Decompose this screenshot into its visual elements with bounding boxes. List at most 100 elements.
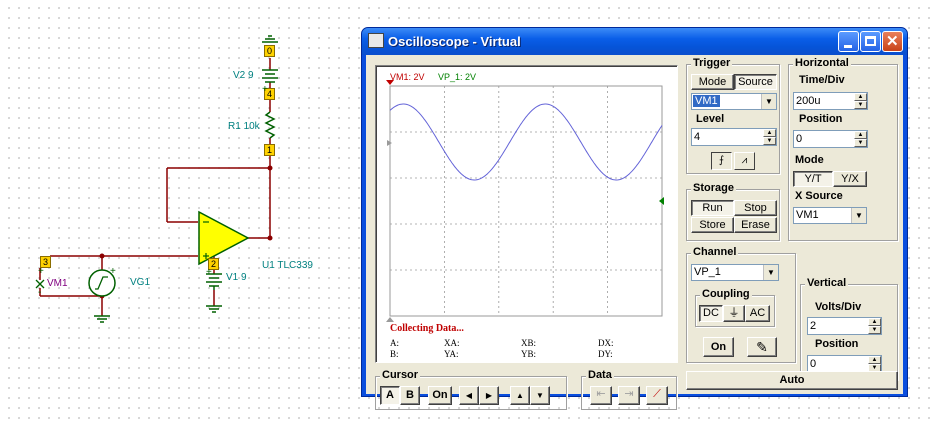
trigger-title: Trigger <box>691 57 733 69</box>
probe-icon: ✎ <box>756 339 768 355</box>
spin-up-icon[interactable]: ▲ <box>854 131 867 139</box>
minimize-button[interactable] <box>838 31 859 52</box>
cursor-on-button[interactable]: On <box>428 386 452 405</box>
window-title: Oscilloscope - Virtual <box>388 34 521 49</box>
node-1: 1 <box>264 144 275 156</box>
arrow-right-icon: ▶ <box>485 391 493 400</box>
spin-down-icon[interactable]: ▼ <box>854 101 867 109</box>
readout-dx: DX: <box>598 338 614 348</box>
voltsdiv-value: 2 <box>810 320 817 332</box>
graph-icon: ⟋ <box>653 388 661 400</box>
chevron-down-icon[interactable]: ▼ <box>761 94 776 109</box>
v2-label: V2 9 <box>233 70 254 81</box>
readout-a: A: <box>390 338 399 348</box>
node-0: 0 <box>264 45 275 57</box>
spin-down-icon[interactable]: ▼ <box>763 137 776 145</box>
probe-button[interactable]: ✎ <box>747 337 777 357</box>
trigger-mode-button[interactable]: Mode <box>691 74 734 90</box>
ground-coupling-button[interactable]: ⏚ <box>723 305 745 322</box>
trigger-level-spinner[interactable]: 4 ▲ ▼ <box>691 128 777 146</box>
plus-sign: + <box>38 266 44 277</box>
channel-title: Channel <box>691 246 739 258</box>
schematic-canvas <box>35 35 278 323</box>
minus-sign: - <box>38 287 42 298</box>
import-icon: ⇤ <box>596 388 606 400</box>
arrow-left-icon: ◀ <box>465 391 473 400</box>
cursor-b-button[interactable]: B <box>400 386 420 405</box>
xsource-value: VM1 <box>796 209 819 221</box>
stop-button[interactable]: Stop <box>734 200 777 216</box>
ac-coupling-button[interactable]: AC <box>745 305 770 322</box>
horizontal-mode-label: Mode <box>795 154 824 166</box>
cursor-right-button[interactable]: ▶ <box>479 386 499 405</box>
vertical-group: Vertical Volts/Div 2 ▲ ▼ Position 0 ▲ ▼ <box>800 277 898 380</box>
horizontal-title: Horizontal <box>793 57 851 69</box>
chevron-down-icon[interactable]: ▼ <box>851 208 866 223</box>
erase-button[interactable]: Erase <box>734 217 777 233</box>
cursor-a-button[interactable]: A <box>380 386 400 405</box>
run-button[interactable]: Run <box>691 200 734 216</box>
xsource-select[interactable]: VM1 ▼ <box>793 207 867 224</box>
u1-label: U1 TLC339 <box>262 260 313 271</box>
close-button[interactable]: ✕ <box>882 31 903 52</box>
readout-xb: XB: <box>521 338 537 348</box>
horizontal-position-spinner[interactable]: 0 ▲ ▼ <box>793 130 868 148</box>
channel-select[interactable]: VP_1 ▼ <box>691 264 779 281</box>
cursor-title: Cursor <box>380 369 421 381</box>
auto-button[interactable]: Auto <box>686 371 898 390</box>
v1-label: V1 9 <box>226 272 247 283</box>
falling-edge-button[interactable]: ⩘ <box>734 152 755 170</box>
trigger-source-button[interactable]: Source <box>734 74 777 90</box>
timediv-spinner[interactable]: 200u ▲ ▼ <box>793 92 868 110</box>
scope-screen[interactable]: VM1: 2V VP_1: 2V Collecting Data... A: B… <box>375 65 678 363</box>
cursor-group: Cursor A B On ◀ ▶ ▲ ▼ <box>375 369 567 410</box>
spin-up-icon[interactable]: ▲ <box>763 129 776 137</box>
voltsdiv-label: Volts/Div <box>815 301 862 313</box>
yx-mode-button[interactable]: Y/X <box>833 171 867 187</box>
cursor-up-button[interactable]: ▲ <box>510 386 530 405</box>
spin-down-icon[interactable]: ▼ <box>868 326 881 334</box>
channel-group: Channel VP_1 ▼ Coupling DC ⏚ AC On ✎ <box>686 246 796 363</box>
timediv-value: 200u <box>796 95 821 107</box>
voltsdiv-spinner[interactable]: 2 ▲ ▼ <box>807 317 882 335</box>
maximize-icon <box>865 36 876 46</box>
spin-up-icon[interactable]: ▲ <box>854 93 867 101</box>
plus-sign: + <box>262 84 268 95</box>
cursor-marker <box>386 317 394 322</box>
yt-mode-button[interactable]: Y/T <box>793 171 833 187</box>
vertical-position-value: 0 <box>810 358 817 370</box>
trigger-group: Trigger Mode Source VM1 ▼ Level 4 ▲ ▼ ⨍ … <box>686 57 780 174</box>
close-icon: ✕ <box>886 33 899 50</box>
trigger-level-label: Level <box>696 113 725 125</box>
cursor-left-button[interactable]: ◀ <box>459 386 479 405</box>
oscilloscope-icon <box>368 33 384 48</box>
plus-sign: + <box>206 267 212 278</box>
r1-label: R1 10k <box>228 121 260 132</box>
spin-up-icon[interactable]: ▲ <box>868 356 881 364</box>
title-bar[interactable]: Oscilloscope - Virtual ✕ <box>362 28 907 55</box>
channel-on-button[interactable]: On <box>703 337 734 357</box>
import-data-button[interactable]: ⇤ <box>590 386 612 405</box>
minimize-icon <box>844 45 852 48</box>
graph-button[interactable]: ⟋ <box>646 386 668 405</box>
store-button[interactable]: Store <box>691 217 734 233</box>
trigger-source-select[interactable]: VM1 ▼ <box>691 93 777 110</box>
chevron-down-icon[interactable]: ▼ <box>763 265 778 280</box>
arrow-up-icon: ▲ <box>516 391 524 400</box>
maximize-button[interactable] <box>860 31 881 52</box>
trigger-level-value: 4 <box>694 131 701 143</box>
channel-value: VP_1 <box>694 266 721 278</box>
export-data-button[interactable]: ⇥ <box>618 386 640 405</box>
spin-down-icon[interactable]: ▼ <box>854 139 867 147</box>
data-group: Data ⇤ ⇥ ⟋ <box>581 369 677 410</box>
status-text: Collecting Data... <box>390 323 464 334</box>
dc-coupling-button[interactable]: DC <box>699 305 723 322</box>
oscilloscope-window: Oscilloscope - Virtual ✕ VM1: 2V VP_1: 2… <box>361 27 908 410</box>
rising-edge-button[interactable]: ⨍ <box>711 152 732 170</box>
vertical-title: Vertical <box>805 277 849 289</box>
cursor-down-button[interactable]: ▼ <box>530 386 550 405</box>
data-title: Data <box>586 369 614 381</box>
rising-edge-icon: ⨍ <box>718 155 725 166</box>
signal-trace <box>389 103 663 181</box>
spin-up-icon[interactable]: ▲ <box>868 318 881 326</box>
